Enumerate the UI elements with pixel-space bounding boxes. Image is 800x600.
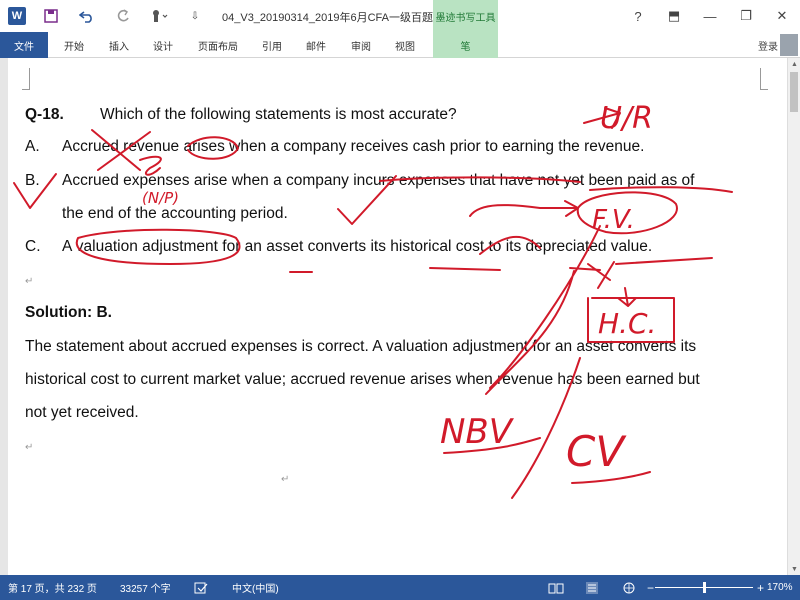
tab-view[interactable]: 视图: [387, 32, 423, 58]
tab-review[interactable]: 审阅: [343, 32, 379, 58]
tab-insert[interactable]: 插入: [101, 32, 137, 58]
scrollbar-thumb[interactable]: [790, 72, 798, 112]
status-bar: 第 17 页，共 232 页 33257 个字 中文(中国) − + 170%: [0, 575, 800, 600]
tab-page-layout[interactable]: 页面布局: [192, 32, 244, 58]
user-avatar[interactable]: [780, 34, 798, 56]
ink-tools-context-tab: 墨迹书写工具: [433, 0, 498, 32]
ribbon-display-options-button[interactable]: ⬒: [656, 0, 692, 32]
zoom-slider-thumb[interactable]: [703, 582, 706, 593]
touch-mode-icon[interactable]: [148, 5, 170, 27]
explanation-line1: The statement about accrued expenses is …: [25, 338, 697, 355]
language-indicator[interactable]: 中文(中国): [232, 575, 279, 600]
document-area: Q-18. Which of the following statements …: [0, 58, 787, 575]
close-button[interactable]: ✕: [764, 0, 800, 32]
undo-icon[interactable]: [76, 5, 98, 27]
option-b-text-line2: the end of the accounting period.: [62, 205, 288, 222]
tab-references[interactable]: 引用: [254, 32, 290, 58]
vertical-scrollbar[interactable]: ▲ ▼: [787, 58, 800, 575]
ribbon-tab-bar: 文件 开始 插入 设计 页面布局 引用 邮件 审阅 视图 笔 登录: [0, 32, 800, 58]
paragraph-mark: ↵: [281, 474, 290, 485]
option-c-label: C.: [25, 238, 41, 255]
tab-file[interactable]: 文件: [0, 32, 48, 58]
scroll-up-icon[interactable]: ▲: [788, 58, 800, 70]
quick-access-toolbar: ⇩: [40, 0, 220, 32]
zoom-out-button[interactable]: −: [647, 575, 654, 600]
tab-pens[interactable]: 笔: [433, 32, 498, 58]
option-a-label: A.: [25, 138, 40, 155]
word-count[interactable]: 33257 个字: [120, 575, 171, 600]
minimize-button[interactable]: —: [692, 0, 728, 32]
option-b-text-line1: Accrued expenses arise when a company in…: [62, 172, 695, 189]
help-button[interactable]: ?: [620, 0, 656, 32]
paragraph-mark: ↵: [25, 276, 34, 287]
proofing-icon[interactable]: [194, 575, 208, 600]
web-layout-icon[interactable]: [622, 575, 638, 600]
paragraph-mark: ↵: [25, 442, 34, 453]
read-mode-icon[interactable]: [548, 575, 564, 600]
document-page[interactable]: Q-18. Which of the following statements …: [8, 58, 787, 575]
scroll-down-icon[interactable]: ▼: [788, 563, 800, 575]
save-icon[interactable]: [40, 5, 62, 27]
page-count[interactable]: 第 17 页，共 232 页: [8, 575, 97, 600]
solution-heading: Solution: B.: [25, 304, 112, 321]
document-title: 04_V3_20190314_2019年6月CFA一级百题预...: [222, 12, 454, 24]
maximize-button[interactable]: ❐: [728, 0, 764, 32]
question-text: Which of the following statements is mos…: [100, 106, 457, 123]
redo-icon[interactable]: [112, 5, 134, 27]
tab-mailings[interactable]: 邮件: [298, 32, 334, 58]
explanation-line3: not yet received.: [25, 404, 139, 421]
option-b-label: B.: [25, 172, 40, 189]
zoom-level[interactable]: 170%: [767, 575, 793, 600]
window-controls: ? ⬒ — ❐ ✕: [620, 0, 800, 32]
option-c-text: A valuation adjustment for an asset conv…: [62, 238, 653, 255]
explanation-line2: historical cost to current market value;…: [25, 371, 700, 388]
tab-design[interactable]: 设计: [145, 32, 181, 58]
sign-in-link[interactable]: 登录: [758, 38, 778, 53]
zoom-in-button[interactable]: +: [757, 575, 764, 600]
title-bar: W ⇩ 04_V3_20190314_2019年6月CFA一级百题预... 墨迹…: [0, 0, 800, 32]
margin-corner-right: [760, 68, 768, 90]
margin-corner-left: [22, 68, 30, 90]
option-a-text: Accrued revenue arises when a company re…: [62, 138, 645, 155]
tab-home[interactable]: 开始: [56, 32, 92, 58]
question-number: Q-18.: [25, 106, 64, 123]
customize-qat-icon[interactable]: ⇩: [184, 5, 206, 27]
print-layout-icon[interactable]: [584, 575, 600, 600]
word-logo-icon: W: [8, 7, 26, 25]
